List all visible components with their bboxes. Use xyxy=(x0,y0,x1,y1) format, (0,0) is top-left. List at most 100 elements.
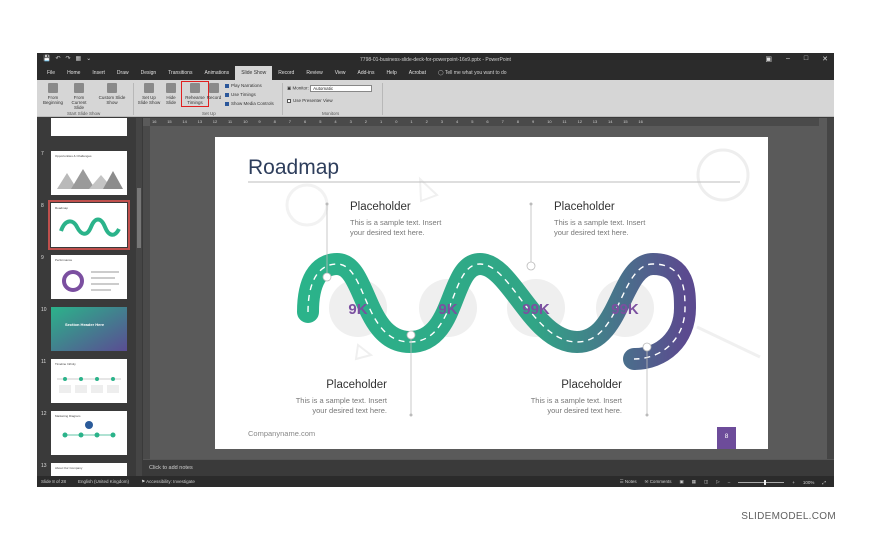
tab-help[interactable]: Help xyxy=(380,66,402,80)
ruler-tick-label: 13 xyxy=(197,119,203,124)
slide-canvas[interactable]: Roadmap 9K 9K 99K 99K Placeholder This i… xyxy=(215,137,768,449)
ribbon-separator xyxy=(282,83,283,115)
ribbon-separator xyxy=(133,83,134,115)
tab-animations[interactable]: Animations xyxy=(198,66,235,80)
monitor-dropdown[interactable]: Automatic xyxy=(310,85,373,92)
thumbnail-number: 8 xyxy=(41,203,44,209)
rehearse-timings-button[interactable]: Rehearse Timings xyxy=(181,81,209,107)
ruler-tick-label: 10 xyxy=(547,119,552,124)
close-button[interactable]: ✕ xyxy=(822,55,828,63)
placeholder-text-1b: your desired text here. xyxy=(350,228,425,237)
record-button[interactable]: Record xyxy=(205,83,223,100)
scrollbar-thumb[interactable] xyxy=(137,188,141,248)
ruler-tick-label: 15 xyxy=(623,119,628,124)
thumbnail-graphic: Opportunities & Challenges xyxy=(55,154,123,189)
slide-sorter-icon[interactable]: ▦ xyxy=(692,479,696,485)
slide-thumbnail-12[interactable]: Marketing Diagram xyxy=(51,411,127,455)
checkbox-checked-icon xyxy=(225,92,229,97)
slide-thumbnail-10[interactable]: Section Header Here xyxy=(51,307,127,351)
placeholder-heading-1: Placeholder xyxy=(350,201,411,213)
fit-to-window-icon[interactable]: ⤢ xyxy=(822,480,826,485)
slide-thumbnail-pane[interactable]: 7 Opportunities & Challenges 8 Roadmap 9… xyxy=(37,118,135,476)
monitor-icon: ▣ xyxy=(287,85,292,91)
slide-thumbnail-9[interactable]: Performance xyxy=(51,255,127,299)
tab-add-ins[interactable]: Add-ins xyxy=(351,66,380,80)
status-bar: Slide 8 of 28 English (United Kingdom) ⚑… xyxy=(37,476,834,487)
thumbnail-graphic: About Our Company xyxy=(55,466,83,470)
slide-scrollbar[interactable] xyxy=(827,118,834,459)
slide-thumbnail-8[interactable]: Roadmap xyxy=(48,200,130,250)
play-narrations-checkbox[interactable]: Play Narrations xyxy=(225,83,262,88)
value-label-2: 9K xyxy=(438,301,457,318)
notes-pane[interactable]: Click to add notes xyxy=(143,459,834,476)
slideshow-current-icon xyxy=(74,83,84,93)
placeholder-text-4b: your desired text here. xyxy=(547,406,622,415)
normal-view-icon[interactable]: ▣ xyxy=(679,479,683,485)
custom-show-icon xyxy=(107,83,117,93)
group-label-set-up: Set Up xyxy=(202,111,216,116)
slide-thumbnail-7[interactable]: Opportunities & Challenges xyxy=(51,151,127,195)
tab-transitions[interactable]: Transitions xyxy=(162,66,198,80)
slideshow-view-icon[interactable]: ▷ xyxy=(716,479,719,485)
tab-file[interactable]: File xyxy=(41,66,61,80)
comments-button[interactable]: ✉ Comments xyxy=(645,479,672,485)
set-up-slide-show-button[interactable]: Set Up Slide Show xyxy=(137,83,161,105)
thumbnail-scrollbar[interactable] xyxy=(136,118,142,476)
thumbnail-graphic: Performance xyxy=(55,258,119,292)
ruler-tick-label: 9 xyxy=(258,119,261,124)
minimize-button[interactable]: – xyxy=(786,55,790,63)
custom-slide-show-button[interactable]: Custom Slide Show xyxy=(97,83,127,105)
thumbnail-number: 13 xyxy=(41,463,47,469)
monitor-selector: ▣ Monitor: Automatic xyxy=(287,85,373,92)
use-presenter-view-checkbox[interactable]: Use Presenter View xyxy=(287,98,333,103)
tab-design[interactable]: Design xyxy=(135,66,163,80)
slide-thumbnail-6[interactable] xyxy=(51,118,127,136)
checkbox-unchecked-icon xyxy=(287,98,291,103)
ruler-tick-label: 14 xyxy=(182,119,187,124)
ruler-tick-label: 0 xyxy=(395,119,398,124)
tab-draw[interactable]: Draw xyxy=(111,66,135,80)
checkbox-checked-icon xyxy=(225,101,229,106)
thumbnail-title: About Our Company xyxy=(55,466,83,470)
ruler-tick-label: 1 xyxy=(410,119,413,124)
ruler-tick-label: 6 xyxy=(304,119,307,124)
maximize-button[interactable]: □ xyxy=(804,55,808,63)
checkbox-checked-icon xyxy=(225,83,229,88)
notes-toggle-button[interactable]: ☰ Notes xyxy=(620,479,637,485)
slide-thumbnail-13[interactable]: About Our Company xyxy=(51,463,127,476)
powerpoint-window: 💾 ↶ ↷ ▦ ⌄ 7798-01-business-slide-deck-fo… xyxy=(37,53,834,487)
use-timings-checkbox[interactable]: Use Timings xyxy=(225,92,256,97)
tab-acrobat[interactable]: Acrobat xyxy=(403,66,432,80)
reading-view-icon[interactable]: ◫ xyxy=(704,479,708,485)
thumbnail-graphic: Section Header Here xyxy=(51,307,127,351)
show-media-controls-checkbox[interactable]: Show Media Controls xyxy=(225,101,274,106)
zoom-in-button[interactable]: + xyxy=(792,480,795,485)
tab-insert[interactable]: Insert xyxy=(86,66,111,80)
zoom-level[interactable]: 100% xyxy=(803,480,815,485)
tab-review[interactable]: Review xyxy=(300,66,328,80)
group-label-start-slide-show: Start Slide Show xyxy=(67,111,101,116)
tab-home[interactable]: Home xyxy=(61,66,86,80)
slide-thumbnail-11[interactable]: Timeline Infinity xyxy=(51,359,127,403)
zoom-slider[interactable] xyxy=(738,479,785,485)
tab-record[interactable]: Record xyxy=(272,66,300,80)
milestone-dot xyxy=(526,261,536,271)
ribbon-display-options-icon[interactable]: ▣ xyxy=(765,55,772,63)
ruler-tick-label: 7 xyxy=(501,119,504,124)
zoom-out-button[interactable]: – xyxy=(728,480,731,485)
setup-show-icon xyxy=(144,83,154,93)
milestone-dot xyxy=(642,342,652,352)
thumbnail-title: Marketing Diagram xyxy=(55,414,81,418)
from-beginning-button[interactable]: From Beginning xyxy=(41,83,65,105)
ruler-tick-label: 12 xyxy=(212,119,218,124)
tell-me-search[interactable]: ◯ Tell me what you want to do xyxy=(432,70,513,80)
ruler-tick-label: 15 xyxy=(167,119,172,124)
thumbnail-title: Opportunities & Challenges xyxy=(55,154,92,158)
tab-slide-show[interactable]: Slide Show xyxy=(235,66,273,80)
tab-view[interactable]: View xyxy=(329,66,352,80)
language-indicator[interactable]: English (United Kingdom) xyxy=(78,479,129,485)
accessibility-checker[interactable]: ⚑ Accessibility: Investigate xyxy=(141,479,195,485)
ribbon-separator xyxy=(382,83,383,115)
hide-slide-button[interactable]: Hide Slide xyxy=(161,83,181,105)
from-current-slide-button[interactable]: From Current Slide xyxy=(67,83,91,110)
